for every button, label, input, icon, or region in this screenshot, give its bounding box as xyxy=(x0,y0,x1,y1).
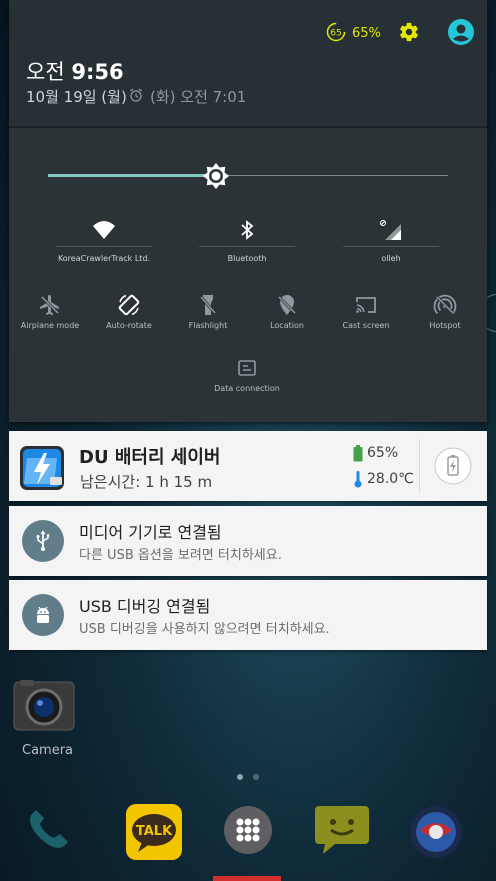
notification-du-battery-saver[interactable]: DU 배터리 세이버 남은시간: 1 h 15 m 65% 28.0℃ xyxy=(9,431,487,501)
camera-app-icon[interactable] xyxy=(12,680,76,732)
quick-settings-header: 65 65% 오전 9:56 10월 19일 (월) (화) 오전 7:01 xyxy=(9,0,487,126)
battery-boost-button-icon[interactable] xyxy=(434,447,472,485)
kakao-label: TALK xyxy=(136,824,173,839)
browser-app-icon[interactable] xyxy=(408,804,464,860)
usb-icon-badge xyxy=(22,520,64,562)
flashlight-icon xyxy=(199,295,217,315)
location-icon xyxy=(277,295,297,315)
quick-settings-panel: 65 65% 오전 9:56 10월 19일 (월) (화) 오전 7:01 K… xyxy=(9,0,487,422)
bluetooth-icon xyxy=(241,220,254,240)
du-battery-percent: 65% xyxy=(367,445,399,461)
tile-bluetooth-label: Bluetooth xyxy=(227,254,267,263)
phone-app-icon[interactable] xyxy=(18,804,78,860)
du-battery-saver-app-icon xyxy=(20,446,64,490)
tile-hotspot-label: Hotspot xyxy=(429,321,461,330)
next-alarm[interactable]: (화) 오전 7:01 xyxy=(150,86,246,107)
clock-time: 9:56 xyxy=(71,60,124,84)
notification-usb-media[interactable]: 미디어 기기로 연결됨 다른 USB 옵션을 보려면 터치하세요. xyxy=(9,506,487,576)
alarm-clock-icon xyxy=(130,88,142,102)
tile-signal-label: olleh xyxy=(381,254,401,263)
notification-subtitle: USB 디버깅을 사용하지 않으려면 터치하세요. xyxy=(79,622,330,637)
battery-percent: 65% xyxy=(352,26,381,41)
battery-ring-icon: 65 xyxy=(326,22,346,42)
page-indicator-dot xyxy=(237,774,243,780)
date[interactable]: 10월 19일 (월) xyxy=(26,86,127,107)
notification-title: DU 배터리 세이버 xyxy=(79,447,221,468)
data-connection-icon xyxy=(238,360,256,376)
tile-underline xyxy=(343,246,439,247)
battery-green-icon xyxy=(353,445,363,462)
notification-title: 미디어 기기로 연결됨 xyxy=(79,523,222,542)
navbar-indicator xyxy=(213,876,281,881)
auto-rotate-icon xyxy=(118,294,140,316)
tile-underline xyxy=(199,246,295,247)
tile-wifi-label: KoreaCrawlerTrack Ltd. xyxy=(57,254,151,263)
brightness-slider-fill xyxy=(48,174,216,177)
remaining-time: 남은시간: 1 h 15 m xyxy=(80,473,213,491)
kakaotalk-app-icon[interactable]: TALK xyxy=(124,804,184,860)
wifi-icon xyxy=(93,221,115,239)
android-icon-badge xyxy=(22,594,64,636)
brightness-thumb-icon[interactable] xyxy=(200,160,232,192)
airplane-icon xyxy=(40,295,60,315)
battery-ring-value: 65 xyxy=(330,29,341,39)
app-drawer-icon[interactable] xyxy=(222,804,274,856)
messages-app-icon[interactable] xyxy=(313,804,371,856)
thermometer-icon xyxy=(354,471,362,488)
gear-icon[interactable] xyxy=(398,21,420,43)
notification-usb-debugging[interactable]: USB 디버깅 연결됨 USB 디버깅을 사용하지 않으려면 터치하세요. xyxy=(9,580,487,650)
clock-ampm: 오전 xyxy=(26,60,65,84)
tile-underline xyxy=(56,246,152,247)
tile-data-label: Data connection xyxy=(214,384,280,393)
temperature: 28.0℃ xyxy=(367,471,414,487)
user-account-icon[interactable] xyxy=(448,19,474,45)
brightness-slider-track[interactable] xyxy=(216,175,448,176)
cast-icon xyxy=(356,297,376,313)
android-bug-icon xyxy=(37,606,49,623)
hotspot-icon xyxy=(433,294,457,315)
notification-title: USB 디버깅 연결됨 xyxy=(79,597,211,616)
notification-subtitle: 다른 USB 옵션을 보려면 터치하세요. xyxy=(79,548,282,563)
page-indicator-dot xyxy=(253,774,259,780)
usb-icon xyxy=(36,530,50,551)
camera-app-label: Camera xyxy=(22,743,74,758)
header-divider xyxy=(9,126,487,128)
divider xyxy=(419,439,420,493)
clock[interactable]: 오전 9:56 xyxy=(26,56,124,86)
signal-icon xyxy=(380,220,401,240)
